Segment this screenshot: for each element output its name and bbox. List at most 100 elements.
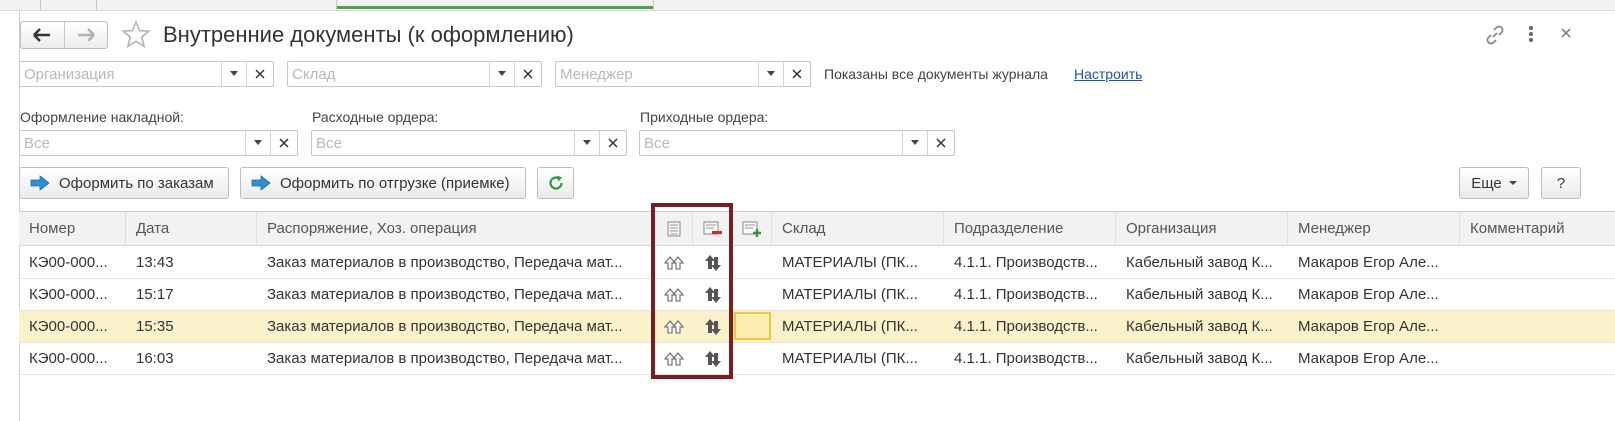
table-row[interactable]: КЭ00-000... 16:03 Заказ материалов в про… xyxy=(19,343,1615,375)
clear-icon xyxy=(792,69,802,79)
manager-clear[interactable] xyxy=(783,62,810,86)
up-down-arrows-icon xyxy=(705,255,721,271)
cell-number: КЭ00-000... xyxy=(29,350,108,367)
close-button[interactable] xyxy=(1561,26,1571,45)
clear-icon xyxy=(608,138,618,148)
more-menu-button[interactable] xyxy=(1527,24,1535,49)
column-manager[interactable]: Менеджер xyxy=(1288,212,1460,246)
column-date[interactable]: Дата xyxy=(126,212,257,246)
expense-order-action[interactable] xyxy=(655,247,693,279)
star-icon xyxy=(121,19,151,48)
cell-date: 16:03 xyxy=(136,350,174,367)
expense-orders-clear[interactable] xyxy=(599,131,626,155)
cell-division: 4.1.1. Производств... xyxy=(954,254,1098,271)
organization-field[interactable]: Организация xyxy=(19,61,274,87)
cell-organization: Кабельный завод К... xyxy=(1126,286,1273,303)
warehouse-input[interactable]: Склад xyxy=(288,62,489,86)
expense-orders-field[interactable]: Все xyxy=(311,130,627,156)
configure-link[interactable]: Настроить xyxy=(1074,66,1142,82)
cell-warehouse: МАТЕРИАЛЫ (ПК... xyxy=(782,350,918,367)
column-comment[interactable]: Комментарий xyxy=(1460,212,1615,246)
table-row[interactable]: КЭ00-000... 13:43 Заказ материалов в про… xyxy=(19,247,1615,279)
column-organization[interactable]: Организация xyxy=(1116,212,1288,246)
warehouse-clear[interactable] xyxy=(514,62,541,86)
help-button[interactable]: ? xyxy=(1541,167,1581,199)
link-button[interactable] xyxy=(1484,24,1506,51)
up-down-arrows-icon xyxy=(705,287,721,303)
back-button[interactable] xyxy=(21,22,64,48)
active-tab-indicator[interactable] xyxy=(337,6,653,9)
expense-orders-dropdown[interactable] xyxy=(574,131,599,155)
income-orders-field[interactable]: Все xyxy=(639,130,955,156)
up-down-arrows-icon xyxy=(705,351,721,367)
process-by-orders-button[interactable]: Оформить по заказам xyxy=(19,167,229,199)
cell-number: КЭ00-000... xyxy=(29,254,108,271)
column-division[interactable]: Подразделение xyxy=(944,212,1116,246)
process-by-shipment-label: Оформить по отгрузке (приемке) xyxy=(280,174,510,192)
tab-separator xyxy=(96,0,97,10)
income-orders-clear[interactable] xyxy=(927,131,954,155)
chevron-down-icon xyxy=(230,71,238,76)
income-order-action[interactable] xyxy=(693,279,733,311)
column-income-order[interactable] xyxy=(733,212,772,246)
link-icon xyxy=(1486,25,1504,45)
cell-manager: Макаров Егор Але... xyxy=(1298,286,1439,303)
column-warehouse[interactable]: Склад xyxy=(772,212,944,246)
manager-dropdown[interactable] xyxy=(758,62,783,86)
clear-icon xyxy=(279,138,289,148)
journal-status-text: Показаны все документы журнала xyxy=(824,66,1048,82)
cell-organization: Кабельный завод К... xyxy=(1126,254,1273,271)
arrow-right-icon xyxy=(30,175,50,191)
invoice-input[interactable]: Все xyxy=(20,131,245,155)
organization-input[interactable]: Организация xyxy=(20,62,221,86)
chevron-down-icon xyxy=(254,140,262,145)
cell-date: 13:43 xyxy=(136,254,174,271)
expense-orders-input[interactable]: Все xyxy=(312,131,574,155)
arrow-left-icon xyxy=(33,28,51,42)
table-header: Номер Дата Распоряжение, Хоз. операция С… xyxy=(19,212,1615,246)
income-order-action[interactable] xyxy=(693,247,733,279)
cell-comment xyxy=(1460,279,1610,311)
selected-cell[interactable] xyxy=(734,312,771,340)
organization-dropdown[interactable] xyxy=(221,62,246,86)
invoice-clear[interactable] xyxy=(270,131,297,155)
expense-order-action[interactable] xyxy=(655,311,693,343)
forward-button[interactable] xyxy=(63,22,107,48)
table-row[interactable]: КЭ00-000... 15:17 Заказ материалов в про… xyxy=(19,279,1615,311)
expense-order-action[interactable] xyxy=(655,279,693,311)
favorite-button[interactable] xyxy=(121,19,151,53)
income-orders-label: Приходные ордера: xyxy=(640,109,769,125)
clear-icon xyxy=(523,69,533,79)
tab-strip xyxy=(0,0,1615,11)
income-order-action[interactable] xyxy=(693,343,733,375)
chevron-down-icon xyxy=(583,140,591,145)
chevron-down-icon xyxy=(911,140,919,145)
cell-comment xyxy=(1460,247,1610,279)
expense-order-action[interactable] xyxy=(655,343,693,375)
income-order-action[interactable] xyxy=(693,311,733,343)
invoice-dropdown[interactable] xyxy=(245,131,270,155)
refresh-button[interactable] xyxy=(537,167,574,199)
column-order[interactable]: Распоряжение, Хоз. операция xyxy=(257,212,655,246)
column-number[interactable]: Номер xyxy=(19,212,126,246)
process-by-shipment-button[interactable]: Оформить по отгрузке (приемке) xyxy=(240,167,526,199)
cell-order: Заказ материалов в производство, Передач… xyxy=(267,286,623,303)
column-invoice[interactable] xyxy=(655,212,693,246)
cell-division: 4.1.1. Производств... xyxy=(954,318,1098,335)
income-orders-dropdown[interactable] xyxy=(902,131,927,155)
invoice-field[interactable]: Все xyxy=(19,130,298,156)
more-actions-button[interactable]: Еще xyxy=(1459,167,1529,199)
income-orders-input[interactable]: Все xyxy=(640,131,902,155)
organization-clear[interactable] xyxy=(246,62,273,86)
chevron-down-icon xyxy=(498,71,506,76)
cell-manager: Макаров Егор Але... xyxy=(1298,254,1439,271)
chevron-down-icon xyxy=(1508,180,1517,185)
manager-input[interactable]: Менеджер xyxy=(556,62,758,86)
double-up-arrow-icon xyxy=(664,320,684,334)
column-expense-order[interactable] xyxy=(693,212,733,246)
warehouse-field[interactable]: Склад xyxy=(287,61,542,87)
manager-field[interactable]: Менеджер xyxy=(555,61,811,87)
table-row[interactable]: КЭ00-000... 15:35 Заказ материалов в про… xyxy=(19,311,1615,343)
clear-icon xyxy=(936,138,946,148)
warehouse-dropdown[interactable] xyxy=(489,62,514,86)
